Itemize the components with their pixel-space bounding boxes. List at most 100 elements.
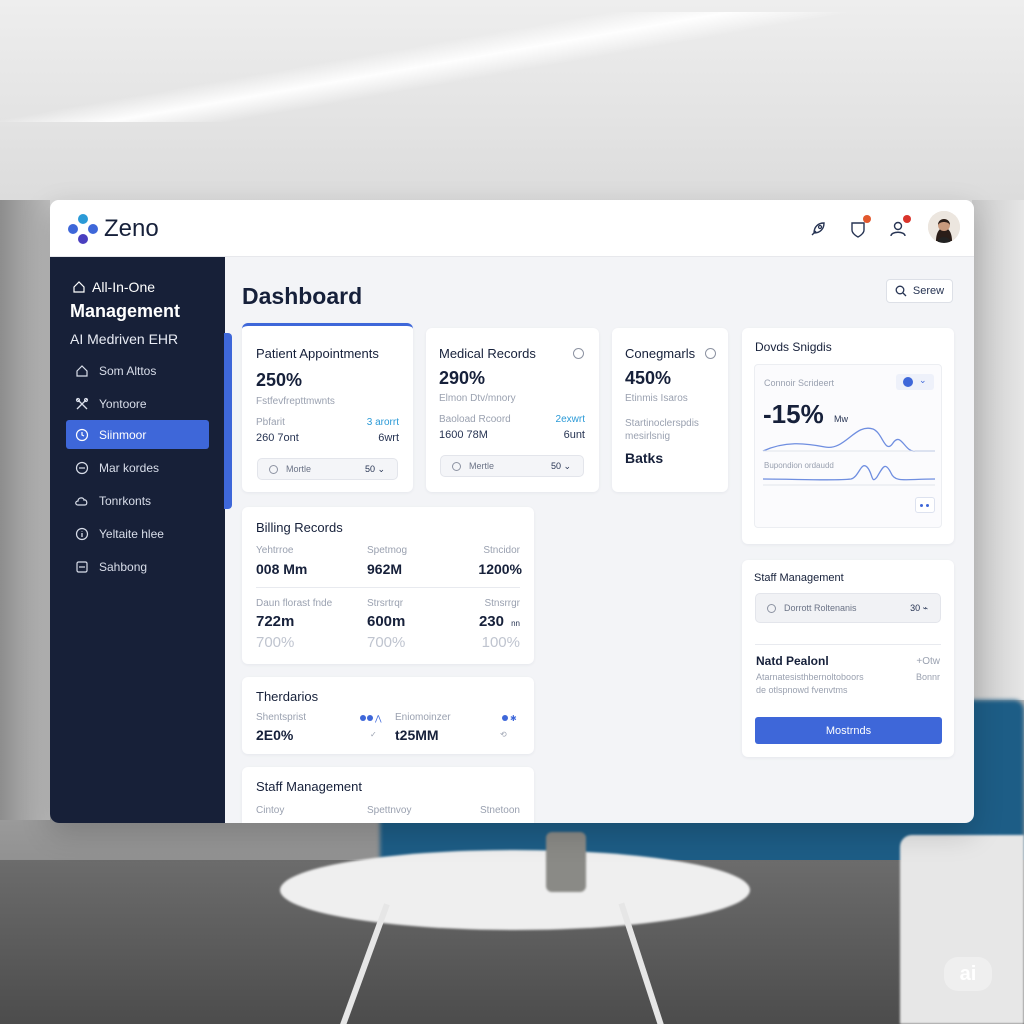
divider — [755, 644, 941, 645]
trend-toggle[interactable]: ⌄ — [896, 374, 934, 390]
ceiling-light — [0, 12, 900, 122]
select-label: Mortle — [286, 464, 312, 474]
select-value: 30 ⌁ — [910, 603, 928, 613]
card-title: Conegmarls — [625, 346, 696, 361]
background-wall — [0, 200, 50, 820]
sidebar-item-label: Tonrkonts — [99, 493, 152, 508]
appointments-left-value: 260 7ont — [256, 432, 299, 444]
patient-name: Natd Pealonl — [756, 654, 829, 668]
records-right-value: 6unt — [563, 429, 585, 441]
records-left-label: Baoload Rcoord — [439, 414, 511, 425]
staff-select[interactable]: Dorrott Roltenanis 30 ⌁ — [755, 593, 941, 623]
select-label: Mertle — [469, 461, 495, 471]
sidebar-item-sahbong[interactable]: Sahbong — [66, 552, 209, 581]
sidebar-item-label: Siinmoor — [99, 427, 147, 442]
trend-line-bottom — [762, 465, 936, 486]
billing-label: Spetmog — [367, 545, 408, 556]
therapies-value: 2E0% — [256, 727, 294, 743]
card-title: Billing Records — [256, 520, 343, 535]
radio-icon[interactable] — [705, 348, 716, 359]
radio-icon[interactable] — [573, 348, 584, 359]
patient-desc: de otlspnowd fvenvtms — [756, 685, 848, 695]
therapies-card[interactable]: Therdarios Shentsprist 2E0% ⋀ ✓ Eniomoin… — [242, 677, 534, 754]
sidebar-subtitle: AI Medriven EHR — [70, 331, 179, 347]
billing-label: Yehtrroe — [256, 545, 294, 556]
staff-action-button[interactable]: Mostrnds — [755, 717, 942, 744]
card-title: Dovds Snigdis — [755, 340, 832, 354]
billing-label: Strsrtrqr — [367, 598, 404, 609]
conegmarls-card[interactable]: Conegmarls 450% Etinmis Isaros Startinoc… — [612, 328, 728, 492]
congo-desc: Startinoclerspdis — [625, 418, 699, 429]
home-icon — [74, 363, 90, 379]
sidebar-item-som-alttos[interactable]: Som Alttos — [66, 356, 209, 385]
billing-label: Stnsrrgr — [484, 598, 520, 609]
billing-unit: nn — [511, 619, 520, 628]
patient-appointments-card[interactable]: Patient Appointments 250% Fstfevfrepttmw… — [242, 323, 413, 492]
appointments-right-value: 6wrt — [378, 432, 399, 444]
billing-value: 722m — [256, 613, 295, 630]
billing-value: 1200% — [478, 561, 522, 577]
search-icon — [895, 285, 907, 297]
sidebar-item-yontoore[interactable]: Yontoore — [66, 389, 209, 418]
sidebar-title: Management — [70, 301, 181, 321]
select-value: 50 ⌄ — [550, 461, 571, 471]
therapies-label: Eniomoinzer — [395, 712, 451, 723]
records-left-value: 1600 78M — [439, 429, 488, 441]
sidebar-eyebrow-label: All-In-One — [92, 279, 156, 295]
appointments-caption: Fstfevfrepttmwnts — [256, 396, 335, 407]
billing-value: 962M — [367, 561, 403, 577]
search-label: Serew — [912, 285, 945, 297]
sidebar-item-label: Yontoore — [99, 396, 147, 411]
billing-value: 008 Mm — [256, 561, 308, 577]
card-title: Medical Records — [439, 346, 536, 361]
billing-value: 600m — [367, 613, 406, 630]
sidebar-item-siinmoor[interactable]: Siinmoor — [66, 420, 209, 449]
active-accent-bar — [224, 333, 232, 509]
top-bar: Zeno — [50, 200, 974, 257]
sidebar-item-label: Sahbong — [99, 559, 148, 574]
appointments-select[interactable]: Mortle 50 ⌄ — [257, 458, 398, 480]
circle-icon — [767, 604, 776, 613]
congo-desc: mesirlsnig — [625, 431, 671, 442]
rocket-icon[interactable] — [806, 217, 830, 241]
sidebar-item-mar-kordes[interactable]: Mar kordes — [66, 453, 209, 482]
card-title: Staff Management — [256, 779, 362, 794]
patient-meta: +Otw — [916, 656, 940, 667]
shield-icon[interactable] — [846, 215, 871, 241]
home-icon — [73, 281, 85, 293]
patient-desc: Atarnatesisthbernoltoboors — [756, 672, 864, 682]
records-value: 290% — [439, 368, 486, 388]
billing-ghost-value: 700% — [256, 634, 295, 651]
billing-ghost-value: 100% — [481, 634, 520, 651]
staff-label: Spettnvoy — [367, 805, 412, 816]
user-icon[interactable] — [886, 215, 911, 241]
congo-value: 450% — [625, 368, 672, 388]
notification-dot — [863, 215, 871, 223]
trend-chart-panel: Connoir Scrideert ⌄ -15% Mw Bupondion or… — [754, 364, 942, 528]
dots-icon: ✱ — [502, 714, 518, 724]
billing-label: Stncidor — [483, 545, 520, 556]
sidebar: All-In-One Management AI Medriven EHR So… — [50, 257, 225, 823]
billing-label: Daun florast fnde — [256, 598, 333, 609]
page-title: Dashboard — [242, 283, 363, 309]
minus-circle-icon — [74, 460, 90, 476]
avatar[interactable] — [928, 211, 960, 243]
medical-records-card[interactable]: Medical Records 290% Elmon Dtv/mnory Bao… — [426, 328, 599, 492]
records-select[interactable]: Mertle 50 ⌄ — [440, 455, 584, 477]
background-cube — [900, 835, 1024, 1024]
background-table — [280, 850, 750, 930]
circle-icon — [269, 465, 278, 474]
billing-records-card[interactable]: Billing Records Yehtrroe Spetmog Stncido… — [242, 507, 534, 664]
trends-card[interactable]: Dovds Snigdis Connoir Scrideert ⌄ -15% M… — [742, 328, 954, 544]
patient-desc-right: Bonnr — [915, 672, 940, 682]
congo-caption: Etinmis Isaros — [625, 393, 688, 404]
sidebar-item-yeltaite-hlee[interactable]: Yeltaite hlee — [66, 519, 209, 548]
staff-management-card[interactable]: Staff Management Cintoy Spettnvoy Stneto… — [242, 767, 534, 823]
clock-icon — [74, 427, 90, 443]
search-button[interactable]: Serew — [886, 279, 953, 303]
circle-icon — [452, 462, 461, 471]
more-button[interactable] — [915, 497, 935, 513]
trend-label: Connoir Scrideert — [764, 378, 835, 388]
sidebar-item-tonrkonts[interactable]: Tonrkonts — [66, 486, 209, 515]
chevron-down-icon: ⌄ — [919, 375, 927, 385]
